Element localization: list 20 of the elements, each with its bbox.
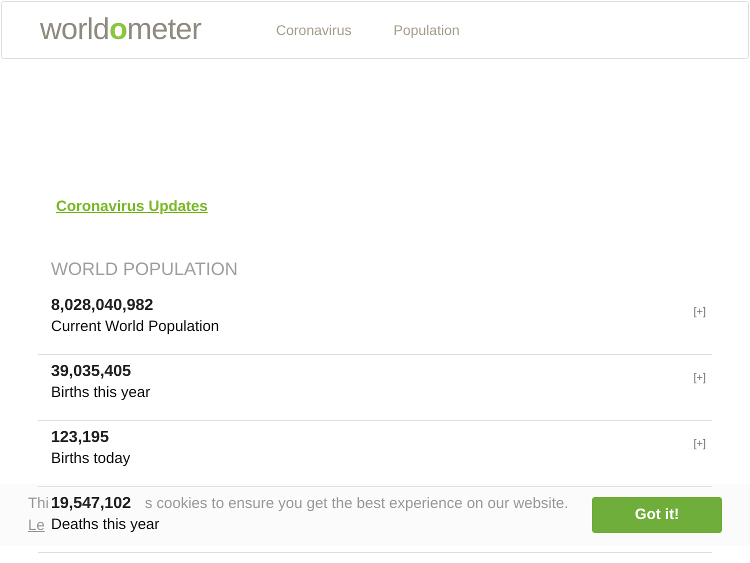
learn-more-link[interactable]: Le — [28, 515, 45, 538]
counter-label: Births today — [51, 449, 130, 469]
nav-link[interactable]: Coronavirus — [276, 20, 352, 40]
cookie-message: Thi — [28, 494, 49, 514]
expand-toggle[interactable]: [+] — [693, 436, 706, 452]
section-title: WORLD POPULATION — [51, 258, 239, 281]
counter-label: Births this year — [51, 383, 150, 403]
counter-value: 39,035,405 — [51, 362, 132, 382]
expand-toggle[interactable]: [+] — [693, 370, 706, 386]
site-logo[interactable]: worldometer — [40, 15, 240, 45]
nav-link[interactable]: Population — [393, 20, 460, 40]
got-it-button[interactable]: Got it! — [592, 497, 722, 533]
counter-value: 19,547,102 — [51, 494, 132, 514]
counter-label: Deaths this year — [51, 515, 160, 535]
counter-label: Current World Population — [51, 317, 220, 337]
counter-value: 8,028,040,982 — [51, 296, 154, 316]
expand-toggle[interactable]: [+] — [693, 304, 706, 320]
counter-value: 123,195 — [51, 428, 109, 448]
cookie-message: s cookies to ensure you get the best experience on our website. — [144, 494, 568, 514]
updates-link[interactable]: Coronavirus Updates — [56, 198, 208, 215]
